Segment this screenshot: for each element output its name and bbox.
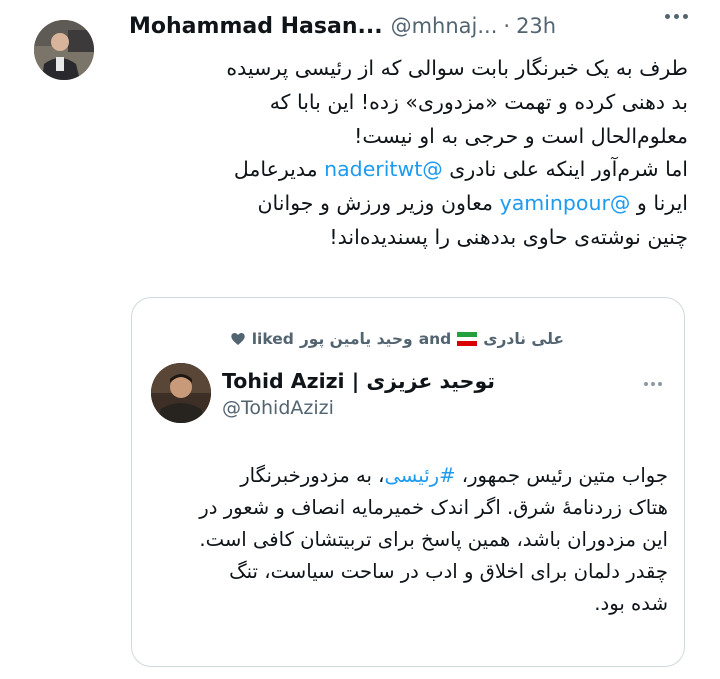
- text-segment: چنین نوشته‌ی حاوی بددهنی را پسندیده‌اند!: [329, 224, 688, 249]
- text-segment: ، به مزدورخبرنگار: [240, 464, 385, 487]
- text-segment: چقدر دلمان برای اخلاق و ادب در ساحت سیاس…: [229, 560, 668, 583]
- text-segment: طرف به یک خبرنگار بابت سوالی که از رئیسی…: [226, 56, 688, 80]
- text-line: چنین نوشته‌ی حاوی بددهنی را پسندیده‌اند!: [128, 221, 688, 255]
- text-segment: مدیرعامل: [233, 157, 325, 182]
- tweet-header: Mohammad Hasan... @mhnaj... · 23h: [129, 8, 689, 44]
- quoted-more-icon[interactable]: [644, 382, 662, 386]
- text-segment: اما شرم‌آور اینکه علی نادری: [442, 157, 688, 182]
- text-line: اما شرم‌آور اینکه علی نادری @naderitwt م…: [128, 153, 688, 187]
- text-line: شده بود.: [150, 588, 668, 620]
- text-segment: این مزدوران باشد، همین پاسخ برای تربیتشا…: [199, 528, 668, 551]
- text-line: بد دهنی کرده و تهمت «مزدوری» زده! این با…: [128, 86, 688, 120]
- liked-user-2[interactable]: وحید یامین پور: [300, 330, 413, 348]
- text-segment: شده بود.: [594, 592, 668, 615]
- mention-link[interactable]: @yaminpour: [500, 191, 631, 215]
- text-line: این مزدوران باشد، همین پاسخ برای تربیتشا…: [150, 524, 668, 556]
- quoted-author-name[interactable]: Tohid Azizi | توحید عزیزی: [222, 369, 495, 393]
- quoted-author-avatar-image: [151, 363, 211, 423]
- text-segment: جواب متین رئیس جمهور،: [455, 464, 668, 487]
- more-icon[interactable]: [665, 14, 688, 19]
- text-segment: ایرنا و: [630, 191, 688, 216]
- text-segment: معاون وزیر ورزش و جوانان: [257, 191, 500, 216]
- quoted-author-handle[interactable]: @TohidAzizi: [222, 397, 334, 419]
- quoted-tweet-text: جواب متین رئیس جمهور، #رئیسی، به مزدورخب…: [150, 460, 668, 620]
- and-word: and: [418, 330, 452, 348]
- text-line: جواب متین رئیس جمهور، #رئیسی، به مزدورخب…: [150, 460, 668, 492]
- quoted-author-avatar[interactable]: [151, 363, 211, 423]
- liked-label: liked: [251, 330, 294, 348]
- heart-icon: [231, 333, 245, 345]
- text-line: معلوم‌الحال است و حرجی به او نیست!: [128, 120, 688, 154]
- tweet-timestamp[interactable]: 23h: [516, 14, 556, 38]
- text-line: چقدر دلمان برای اخلاق و ادب در ساحت سیاس…: [150, 556, 668, 588]
- mention-link[interactable]: @naderitwt: [324, 157, 443, 181]
- iran-flag-icon: [457, 332, 478, 347]
- text-segment: هتاک زردنامهٔ شرق. اگر اندک خمیرمایه انص…: [199, 496, 668, 519]
- author-avatar-image: [34, 20, 94, 80]
- author-avatar[interactable]: [34, 20, 94, 80]
- text-line: هتاک زردنامهٔ شرق. اگر اندک خمیرمایه انص…: [150, 492, 668, 524]
- text-line: ایرنا و @yaminpour معاون وزیر ورزش و جوا…: [128, 187, 689, 221]
- tweet-text: طرف به یک خبرنگار بابت سوالی که از رئیسی…: [128, 52, 688, 255]
- author-name[interactable]: Mohammad Hasan...: [129, 14, 383, 39]
- social-context: علی نادری and وحید یامین پور liked: [230, 330, 564, 348]
- text-line: طرف به یک خبرنگار بابت سوالی که از رئیسی…: [128, 52, 688, 86]
- mention-link[interactable]: #رئیسی: [384, 464, 455, 487]
- author-handle[interactable]: @mhnaj...: [391, 14, 498, 38]
- liked-user-1[interactable]: علی نادری: [483, 330, 564, 348]
- text-segment: بد دهنی کرده و تهمت «مزدوری» زده! این با…: [269, 89, 688, 114]
- header-separator: ·: [503, 14, 511, 38]
- text-segment: معلوم‌الحال است و حرجی به او نیست!: [354, 123, 688, 148]
